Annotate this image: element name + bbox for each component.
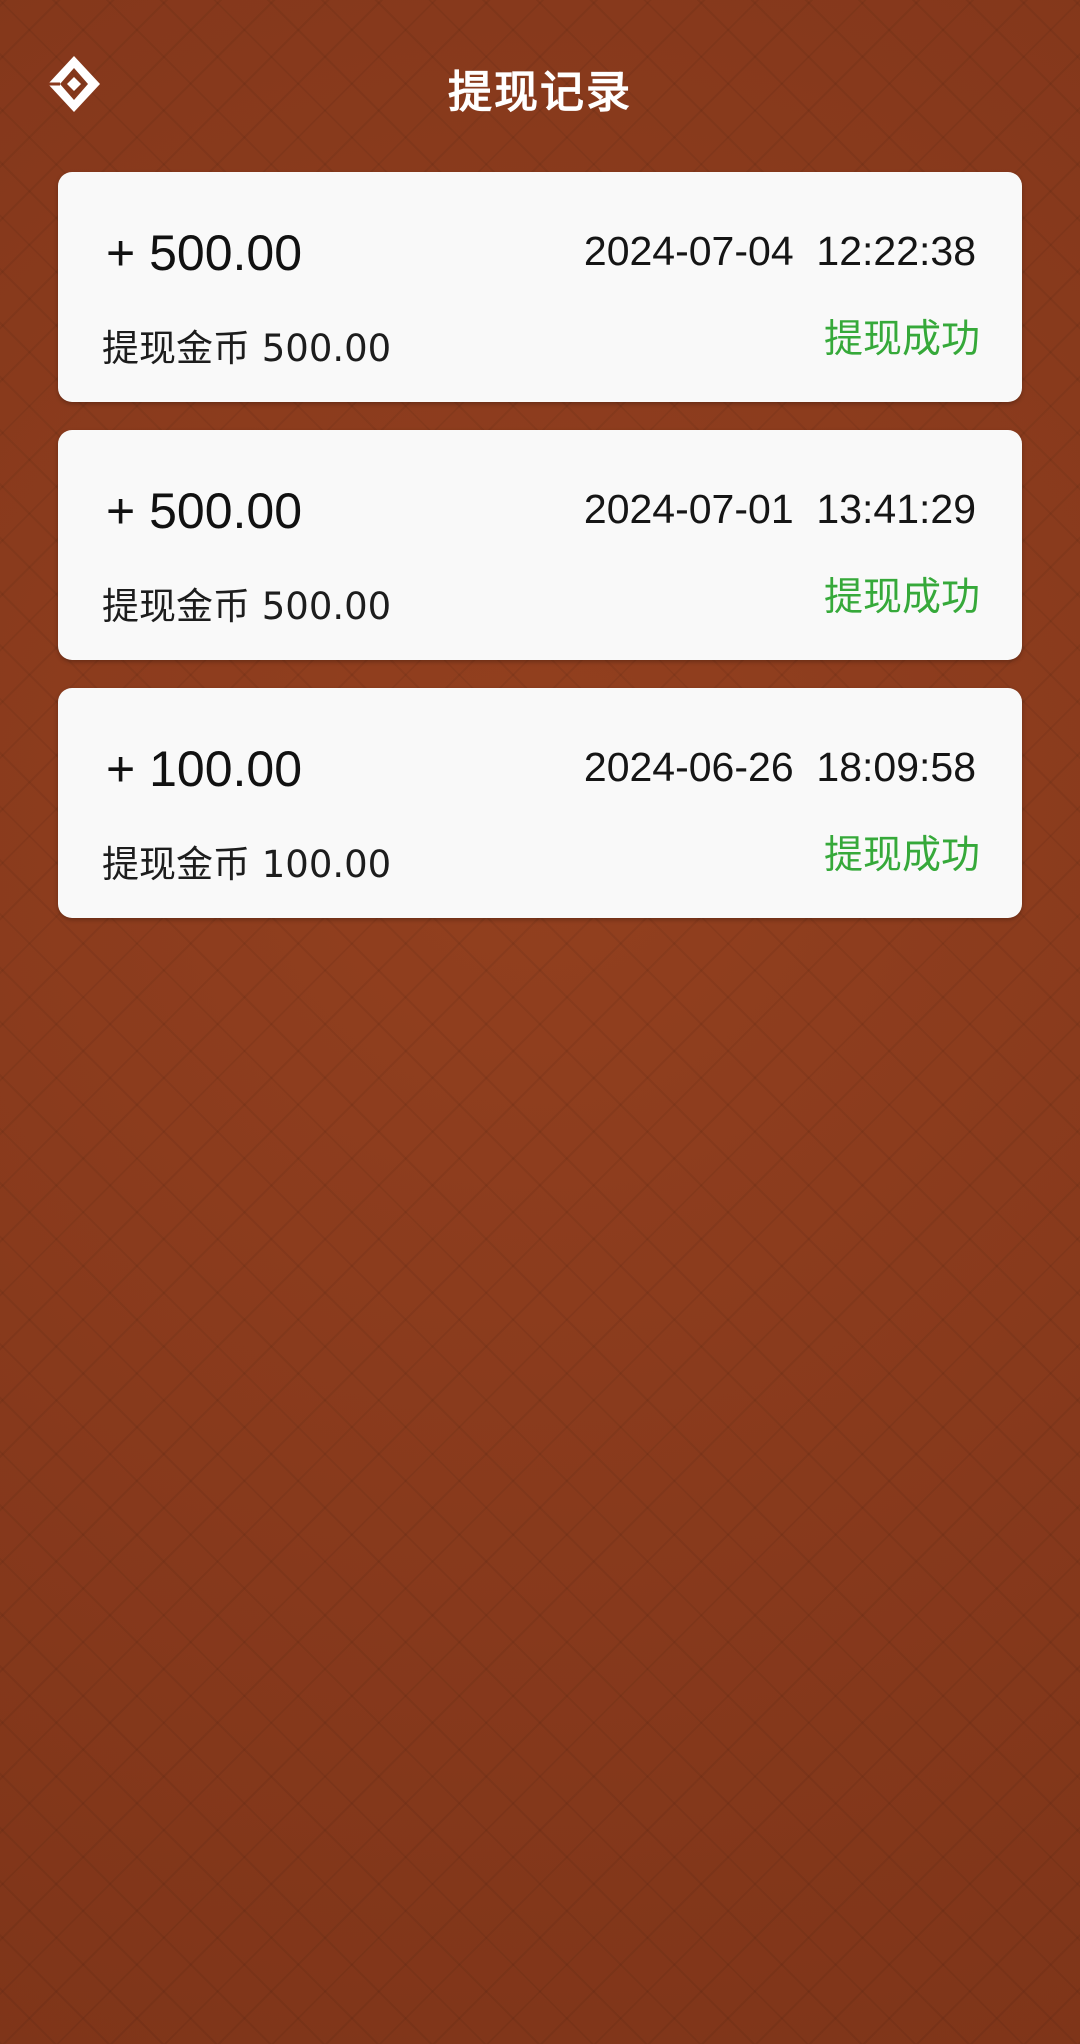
record-amount: + 100.00 [106, 741, 303, 797]
record-datetime: 2024-07-04 12:22:38 [583, 228, 976, 274]
record-datetime: 2024-06-26 18:09:58 [583, 744, 976, 790]
withdrawal-record-list: + 500.00 2024-07-04 12:22:38 提现金币 500.00… [58, 172, 1022, 946]
withdrawal-record-card[interactable]: + 500.00 2024-07-04 12:22:38 提现金币 500.00… [58, 172, 1022, 402]
record-description: 提现金币 100.00 [102, 843, 392, 886]
record-status: 提现成功 [823, 833, 980, 878]
page-title: 提现记录 [448, 67, 632, 118]
record-description: 提现金币 500.00 [102, 585, 392, 628]
record-status: 提现成功 [823, 575, 980, 620]
header-bar: 提现记录 [0, 0, 1080, 180]
record-status: 提现成功 [823, 317, 980, 362]
record-datetime: 2024-07-01 13:41:29 [583, 486, 976, 532]
withdrawal-record-card[interactable]: + 100.00 2024-06-26 18:09:58 提现金币 100.00… [58, 688, 1022, 918]
record-amount: + 500.00 [106, 225, 303, 281]
withdrawal-record-card[interactable]: + 500.00 2024-07-01 13:41:29 提现金币 500.00… [58, 430, 1022, 660]
record-amount: + 500.00 [106, 483, 303, 539]
record-description: 提现金币 500.00 [102, 327, 392, 370]
